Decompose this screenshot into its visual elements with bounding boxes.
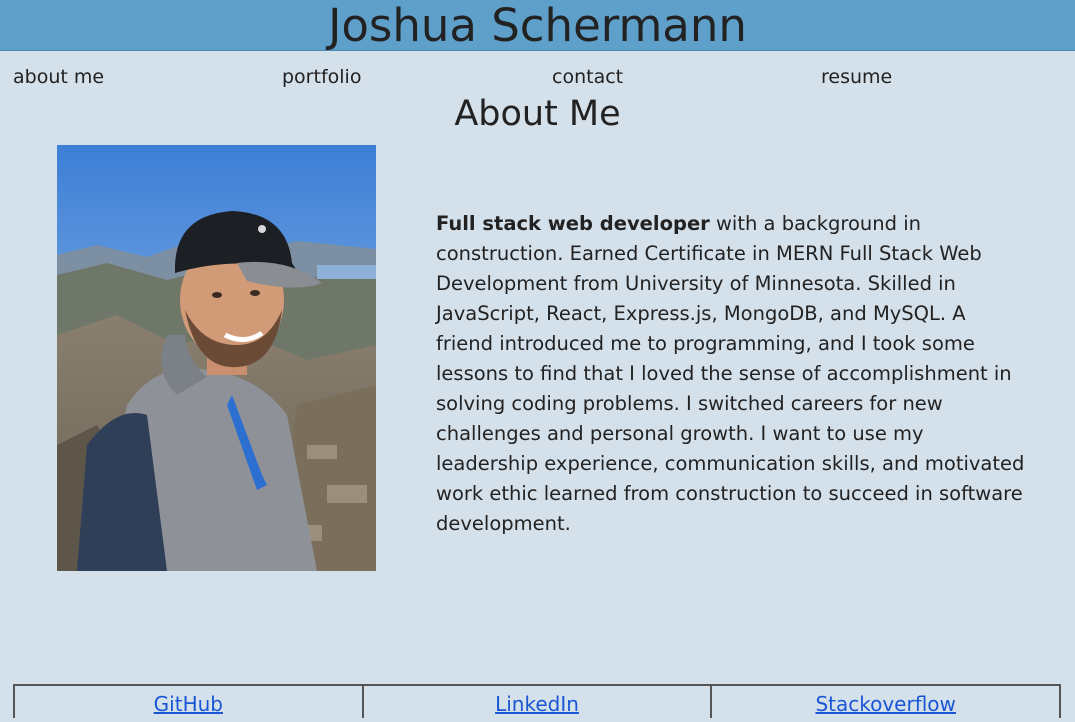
main-nav: about me portfolio contact resume: [0, 62, 1075, 92]
github-link[interactable]: GitHub: [154, 692, 223, 716]
site-title: Joshua Schermann: [328, 0, 747, 52]
about-me-heading: About Me: [454, 94, 621, 134]
nav-item-resume[interactable]: resume: [821, 62, 892, 92]
footer-cell-github: GitHub: [13, 684, 364, 718]
footer-cell-stackoverflow: Stackoverflow: [712, 684, 1062, 718]
footer-cell-linkedin: LinkedIn: [363, 684, 713, 718]
linkedin-link[interactable]: LinkedIn: [495, 692, 579, 716]
stackoverflow-link[interactable]: Stackoverflow: [815, 692, 955, 716]
bio-paragraph: Full stack web developer with a backgrou…: [436, 209, 1026, 539]
nav-item-contact[interactable]: contact: [552, 62, 623, 92]
bio-highlight: Full stack web developer: [436, 212, 710, 235]
footer-links: GitHub LinkedIn Stackoverflow: [13, 684, 1062, 718]
nav-item-portfolio[interactable]: portfolio: [282, 62, 361, 92]
profile-photo: [57, 145, 376, 571]
bio-text: with a background in construction. Earne…: [436, 212, 1025, 535]
nav-item-about-me[interactable]: about me: [13, 62, 104, 92]
site-header: Joshua Schermann: [0, 0, 1075, 52]
